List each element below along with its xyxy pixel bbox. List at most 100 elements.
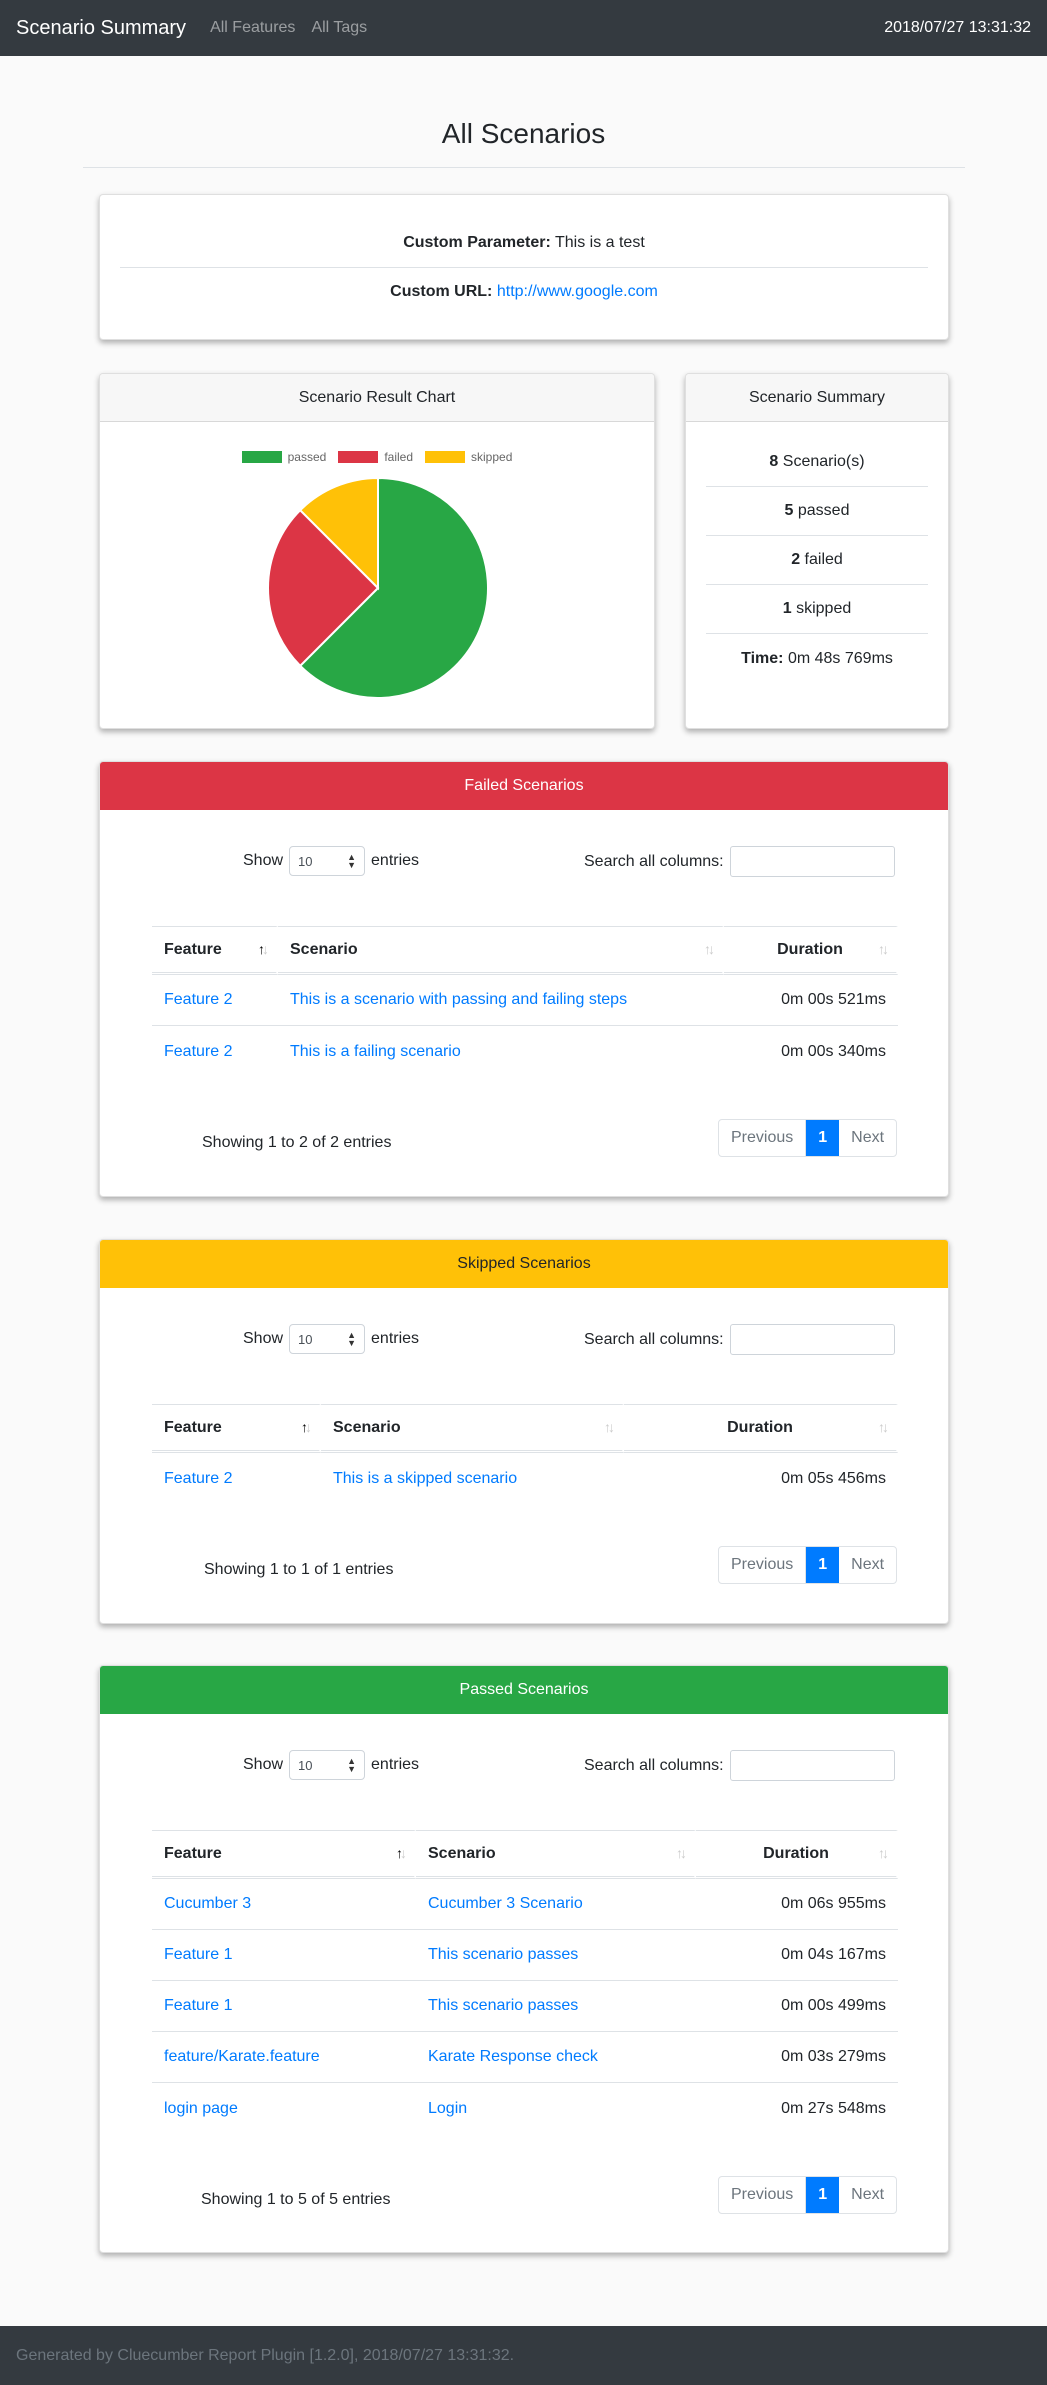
feature-link[interactable]: Feature 2 xyxy=(164,1043,232,1060)
summary-passed-count: 5 xyxy=(784,502,794,519)
scenario-link[interactable]: This scenario passes xyxy=(428,1997,578,2014)
previous-page-button[interactable]: Previous xyxy=(719,2177,807,2213)
next-page-button[interactable]: Next xyxy=(839,1547,896,1583)
col-scenario-header[interactable]: Scenario ↑↓ xyxy=(416,1830,696,1879)
passed-search-input[interactable] xyxy=(729,1750,895,1781)
custom-parameter-label: Custom Parameter: xyxy=(403,234,551,251)
skipped-length-control: Show 10 ▲ ▼ entries xyxy=(243,1324,419,1354)
navbar-brand[interactable]: Scenario Summary xyxy=(16,17,186,40)
scenario-link[interactable]: Cucumber 3 Scenario xyxy=(428,1895,583,1912)
feature-link[interactable]: login page xyxy=(164,2100,238,2117)
custom-url-label: Custom URL: xyxy=(390,283,493,300)
show-label: Show xyxy=(243,852,284,869)
duration-cell: 0m 05s 456ms xyxy=(781,1469,886,1487)
search-label: Search all columns: xyxy=(584,1756,724,1774)
entries-label: entries xyxy=(371,852,420,869)
col-feature-label: Feature xyxy=(164,1844,222,1862)
report-timestamp: 2018/07/27 13:31:32 xyxy=(884,19,1031,36)
scenario-link[interactable]: Login xyxy=(428,2100,467,2117)
col-feature-header[interactable]: Feature ↑↓ xyxy=(152,926,278,975)
scenario-link[interactable]: This scenario passes xyxy=(428,1946,578,1963)
summary-passed-label: passed xyxy=(797,502,850,519)
previous-page-button[interactable]: Previous xyxy=(719,1547,807,1583)
page-1-button[interactable]: 1 xyxy=(806,1120,840,1156)
table-row: Feature 1 This scenario passes 0m 04s 16… xyxy=(152,1930,898,1981)
col-duration-header[interactable]: Duration ↑↓ xyxy=(724,926,898,975)
entries-label: entries xyxy=(371,1330,420,1347)
feature-link[interactable]: Feature 2 xyxy=(164,1470,232,1487)
passed-pagination: Previous 1 Next xyxy=(718,2176,898,2214)
feature-link[interactable]: Feature 2 xyxy=(164,991,232,1008)
skipped-search-input[interactable] xyxy=(729,1324,895,1355)
duration-cell: 0m 03s 279ms xyxy=(696,2032,898,2083)
summary-total: 8 Scenario(s) xyxy=(706,438,928,487)
failed-page-size-select[interactable]: 10 ▲ ▼ xyxy=(289,846,366,876)
table-header-row: Feature ↑↓ Scenario ↑↓ Duration ↑↓ xyxy=(152,1404,898,1453)
next-page-button[interactable]: Next xyxy=(839,2177,896,2213)
col-duration-label: Duration xyxy=(763,1844,829,1862)
passed-page-size-select[interactable]: 10 ▲ ▼ xyxy=(289,1750,366,1780)
scenario-link[interactable]: This is a scenario with passing and fail… xyxy=(290,991,627,1008)
passed-scenarios-table: Feature ↑↓ Scenario ↑↓ Duration ↑↓ Cucumber… xyxy=(152,1830,898,2134)
sort-both-icon: ↑↓ xyxy=(704,941,715,957)
col-feature-header[interactable]: Feature ↑↓ xyxy=(152,1404,321,1453)
feature-link[interactable]: feature/Karate.feature xyxy=(164,2048,320,2065)
scenario-link[interactable]: Karate Response check xyxy=(428,2048,598,2065)
scenario-link[interactable]: This is a skipped scenario xyxy=(333,1470,517,1487)
table-row: Feature 2 This is a skipped scenario 0m … xyxy=(152,1453,898,1504)
feature-link[interactable]: Feature 1 xyxy=(164,1997,232,2014)
summary-time-value: 0m 48s 769ms xyxy=(787,649,893,667)
scenario-link[interactable]: This is a failing scenario xyxy=(290,1043,461,1060)
show-label: Show xyxy=(243,1330,284,1347)
table-row: Cucumber 3 Cucumber 3 Scenario 0m 06s 95… xyxy=(152,1879,898,1930)
failed-scenarios-table: Feature ↑↓ Scenario ↑↓ Duration ↑↓ Feature … xyxy=(152,926,898,1077)
page-size-value: 10 xyxy=(298,1757,313,1773)
select-arrows-icon: ▲ ▼ xyxy=(347,1756,357,1774)
custom-parameter-value: This is a test xyxy=(554,234,645,251)
previous-page-button[interactable]: Previous xyxy=(719,1120,807,1156)
table-row: login page Login 0m 27s 548ms xyxy=(152,2083,898,2134)
page-1-button[interactable]: 1 xyxy=(806,2177,840,2213)
feature-link[interactable]: Feature 1 xyxy=(164,1946,232,1963)
passed-card-header: Passed Scenarios xyxy=(100,1666,948,1714)
col-feature-label: Feature xyxy=(164,940,222,958)
page-1-button[interactable]: 1 xyxy=(806,1547,840,1583)
failed-length-control: Show 10 ▲ ▼ entries xyxy=(243,846,419,876)
duration-cell: 0m 27s 548ms xyxy=(781,2099,886,2117)
failed-search-input[interactable] xyxy=(729,846,895,877)
sort-asc-icon: ↑↓ xyxy=(396,1845,407,1861)
passed-length-control: Show 10 ▲ ▼ entries xyxy=(243,1750,419,1780)
col-duration-label: Duration xyxy=(727,1418,793,1436)
scenario-pie-chart xyxy=(267,476,489,699)
summary-card-header: Scenario Summary xyxy=(686,374,948,422)
col-scenario-header[interactable]: Scenario ↑↓ xyxy=(278,926,724,975)
col-feature-header[interactable]: Feature ↑↓ xyxy=(152,1830,416,1879)
custom-url-link[interactable]: http://www.google.com xyxy=(497,283,658,300)
skipped-pagination: Previous 1 Next xyxy=(718,1546,898,1584)
feature-link[interactable]: Cucumber 3 xyxy=(164,1895,251,1912)
col-scenario-header[interactable]: Scenario ↑↓ xyxy=(321,1404,624,1453)
summary-passed: 5 passed xyxy=(706,487,928,536)
col-duration-header[interactable]: Duration ↑↓ xyxy=(696,1830,898,1879)
table-header-row: Feature ↑↓ Scenario ↑↓ Duration ↑↓ xyxy=(152,926,898,975)
summary-total-count: 8 xyxy=(769,453,779,470)
page-size-value: 10 xyxy=(298,1331,313,1347)
summary-failed: 2 failed xyxy=(706,536,928,585)
failed-scenarios-card: Failed Scenarios Show 10 ▲ ▼ entries Searc… xyxy=(99,761,949,1197)
select-arrows-icon: ▲ ▼ xyxy=(347,1330,357,1348)
table-row: Feature 2 This is a failing scenario 0m … xyxy=(152,1026,898,1077)
col-duration-header[interactable]: Duration ↑↓ xyxy=(624,1404,898,1453)
title-divider xyxy=(83,167,965,168)
skipped-search-control: Search all columns: xyxy=(584,1324,895,1355)
skipped-card-header: Skipped Scenarios xyxy=(100,1240,948,1288)
sort-both-icon: ↑↓ xyxy=(604,1419,615,1435)
skipped-page-size-select[interactable]: 10 ▲ ▼ xyxy=(289,1324,366,1354)
nav-all-tags[interactable]: All Tags xyxy=(311,19,367,37)
page-size-value: 10 xyxy=(298,853,313,869)
nav-all-features[interactable]: All Features xyxy=(210,19,295,37)
duration-cell: 0m 00s 499ms xyxy=(696,1981,898,2032)
col-scenario-label: Scenario xyxy=(333,1418,401,1436)
next-page-button[interactable]: Next xyxy=(839,1120,896,1156)
summary-time: Time: 0m 48s 769ms xyxy=(706,634,928,683)
duration-cell: 0m 00s 521ms xyxy=(724,975,898,1026)
